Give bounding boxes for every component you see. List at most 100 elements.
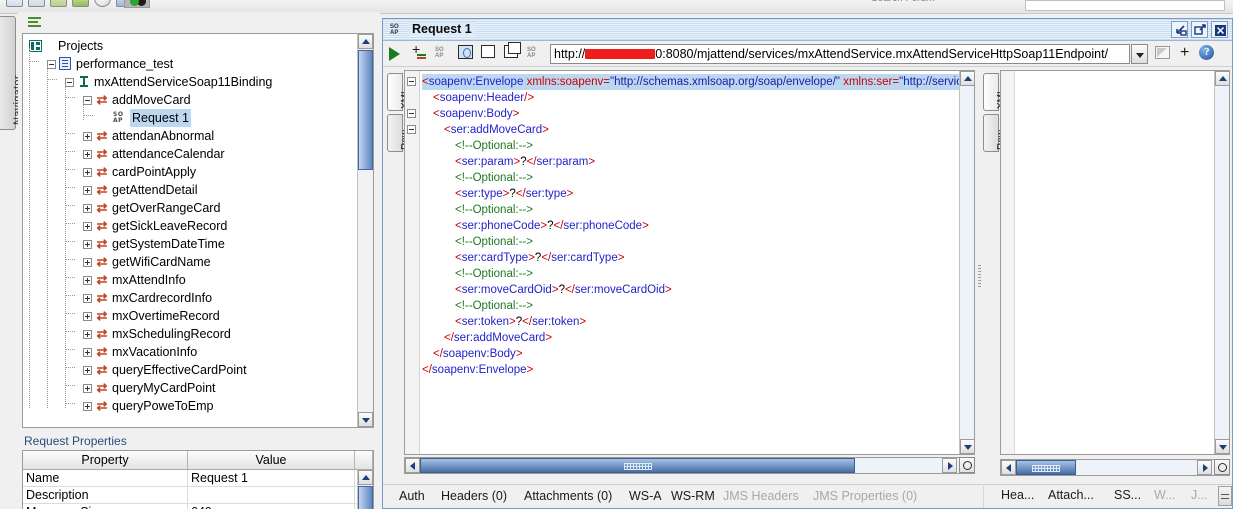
xml-line[interactable]: <ser:cardType>?</ser:cardType>: [422, 250, 974, 266]
save-all-icon[interactable]: [72, 0, 89, 7]
response-editor-find-icon[interactable]: [1214, 459, 1230, 475]
expand-icon[interactable]: [83, 132, 92, 141]
request-scroll-up-button[interactable]: [960, 71, 974, 86]
tab-attachments-0-[interactable]: Attachments (0): [524, 489, 612, 503]
response-scroll-down-button[interactable]: [1215, 439, 1230, 454]
response-tabs-overflow-button[interactable]: [1218, 486, 1232, 506]
tree-item-mxcardrecordinfo[interactable]: ⇄ mxCardrecordInfo: [27, 289, 357, 307]
close-button[interactable]: [1211, 21, 1228, 38]
request-editor-vertical-scrollbar[interactable]: [959, 71, 974, 454]
maximize-button[interactable]: [1191, 21, 1208, 38]
tree-item-projects[interactable]: Projects: [27, 37, 357, 55]
expand-icon[interactable]: [83, 276, 92, 285]
project-tree[interactable]: Projects performance_test mxAttendServiceS…: [22, 33, 374, 428]
wsdl-soap-icon[interactable]: SO AP: [527, 45, 544, 62]
tab-response-raw[interactable]: Raw: [983, 114, 1007, 152]
xml-line[interactable]: <!--Optional:-->: [422, 138, 974, 154]
tree-item-mxschedulingrecord[interactable]: ⇄ mxSchedulingRecord: [27, 325, 357, 343]
property-value-cell[interactable]: 649: [188, 504, 355, 509]
xml-line[interactable]: <soapenv:Body>: [422, 106, 974, 122]
xml-line[interactable]: </ser:addMoveCard>: [422, 330, 974, 346]
request-xml-content[interactable]: <soapenv:Envelope xmlns:soapenv="http://…: [422, 74, 974, 454]
tree-item-getsickleaverecord[interactable]: ⇄ getSickLeaveRecord: [27, 217, 357, 235]
response-hscroll-left-button[interactable]: [1001, 460, 1016, 475]
request-editor-horizontal-scrollbar[interactable]: [404, 457, 975, 474]
submit-request-icon[interactable]: [389, 45, 406, 62]
editor-splitter[interactable]: [976, 68, 983, 474]
tab-ws-a[interactable]: WS-A: [629, 489, 662, 503]
properties-vertical-scrollbar[interactable]: [357, 470, 373, 509]
collapse-all-icon[interactable]: [28, 17, 42, 28]
request-properties-table[interactable]: Property Value NameRequest 1DescriptionM…: [22, 450, 374, 509]
expand-icon[interactable]: [83, 348, 92, 357]
xml-line[interactable]: <ser:moveCardOid>?</ser:moveCardOid>: [422, 282, 974, 298]
tree-scroll-down-button[interactable]: [358, 412, 373, 427]
proxy-icon[interactable]: [124, 0, 150, 8]
collapse-icon[interactable]: [83, 96, 92, 105]
tree-item-mxattendinfo[interactable]: ⇄ mxAttendInfo: [27, 271, 357, 289]
create-testrequest-icon[interactable]: SO AP: [435, 45, 452, 62]
xml-line[interactable]: <!--Optional:-->: [422, 202, 974, 218]
empty-icon[interactable]: [94, 0, 111, 7]
tab-request-xml[interactable]: XML: [387, 73, 411, 111]
tree-item-getsystemdatetime[interactable]: ⇄ getSystemDateTime: [27, 235, 357, 253]
endpoint-dropdown-button[interactable]: [1131, 44, 1148, 64]
tab-jms-headers[interactable]: JMS Headers: [723, 489, 799, 503]
tab-jms-properties-0-[interactable]: JMS Properties (0): [813, 489, 917, 503]
response-tab-2[interactable]: SS...: [1114, 488, 1141, 502]
tree-item-attendanabnormal[interactable]: ⇄ attendanAbnormal: [27, 127, 357, 145]
property-row[interactable]: Name Request 1: [23, 470, 373, 487]
request-editor-find-icon[interactable]: [959, 457, 975, 473]
tree-item-querymycardpoint[interactable]: ⇄ queryMyCardPoint: [27, 379, 357, 397]
tree-scroll-up-button[interactable]: [358, 34, 373, 49]
request-window-titlebar[interactable]: SO AP Request 1: [383, 19, 1232, 41]
response-tab-0[interactable]: Hea...: [1001, 488, 1034, 502]
xml-fold-toggle-icon[interactable]: [407, 109, 416, 118]
response-xml-editor[interactable]: [1000, 70, 1230, 455]
expand-icon[interactable]: [83, 330, 92, 339]
tree-item-mxvacationinfo[interactable]: ⇄ mxVacationInfo: [27, 343, 357, 361]
expand-icon[interactable]: [83, 402, 92, 411]
response-scroll-up-button[interactable]: [1215, 71, 1230, 86]
xml-line[interactable]: <!--Optional:-->: [422, 298, 974, 314]
tab-ws-rm[interactable]: WS-RM: [671, 489, 715, 503]
xml-line[interactable]: <!--Optional:-->: [422, 170, 974, 186]
add-endpoint-icon[interactable]: +: [1180, 45, 1189, 61]
response-tab-4[interactable]: J...: [1191, 488, 1208, 502]
response-horizontal-scrollbar[interactable]: [1000, 459, 1230, 476]
request-xml-editor[interactable]: <soapenv:Envelope xmlns:soapenv="http://…: [404, 70, 975, 455]
expand-icon[interactable]: [83, 240, 92, 249]
tree-item-performance-test[interactable]: performance_test: [27, 55, 357, 73]
request-hscroll-right-button[interactable]: [942, 458, 957, 473]
xml-line[interactable]: <ser:type>?</ser:type>: [422, 186, 974, 202]
xml-line[interactable]: <soapenv:Envelope xmlns:soapenv="http://…: [422, 74, 974, 90]
request-hscroll-left-button[interactable]: [405, 458, 420, 473]
collapse-icon[interactable]: [47, 60, 56, 69]
collapse-icon[interactable]: [65, 78, 74, 87]
request-hscroll-thumb[interactable]: [420, 458, 855, 473]
properties-scroll-up-button[interactable]: [358, 470, 373, 485]
expand-icon[interactable]: [83, 366, 92, 375]
tree-scroll-thumb[interactable]: [358, 50, 373, 170]
endpoint-filter-icon[interactable]: [1155, 46, 1170, 59]
save-project-icon[interactable]: [50, 0, 67, 7]
property-row[interactable]: Message Size649: [23, 504, 373, 509]
response-tab-3[interactable]: W...: [1154, 488, 1176, 502]
xml-line[interactable]: </soapenv:Envelope>: [422, 362, 974, 378]
expand-icon[interactable]: [83, 222, 92, 231]
xml-fold-toggle-icon[interactable]: [407, 77, 416, 86]
expand-icon[interactable]: [83, 294, 92, 303]
xml-line[interactable]: <ser:token>?</ser:token>: [422, 314, 974, 330]
import-project-icon[interactable]: [28, 0, 45, 7]
endpoint-input[interactable]: http:// 0:8080/mjattend/services/mxAttend…: [550, 44, 1130, 64]
response-hscroll-thumb[interactable]: [1016, 460, 1076, 475]
response-hscroll-right-button[interactable]: [1197, 460, 1212, 475]
tab-headers-0-[interactable]: Headers (0): [441, 489, 507, 503]
tree-item-addmovecard[interactable]: ⇄ addMoveCard: [27, 91, 357, 109]
property-value-cell[interactable]: Request 1: [188, 470, 355, 486]
one-way-icon[interactable]: [481, 45, 498, 62]
request-scroll-down-button[interactable]: [960, 439, 974, 454]
expand-icon[interactable]: [83, 312, 92, 321]
tab-response-xml[interactable]: XML: [983, 73, 1007, 111]
xml-fold-toggle-icon[interactable]: [407, 125, 416, 134]
